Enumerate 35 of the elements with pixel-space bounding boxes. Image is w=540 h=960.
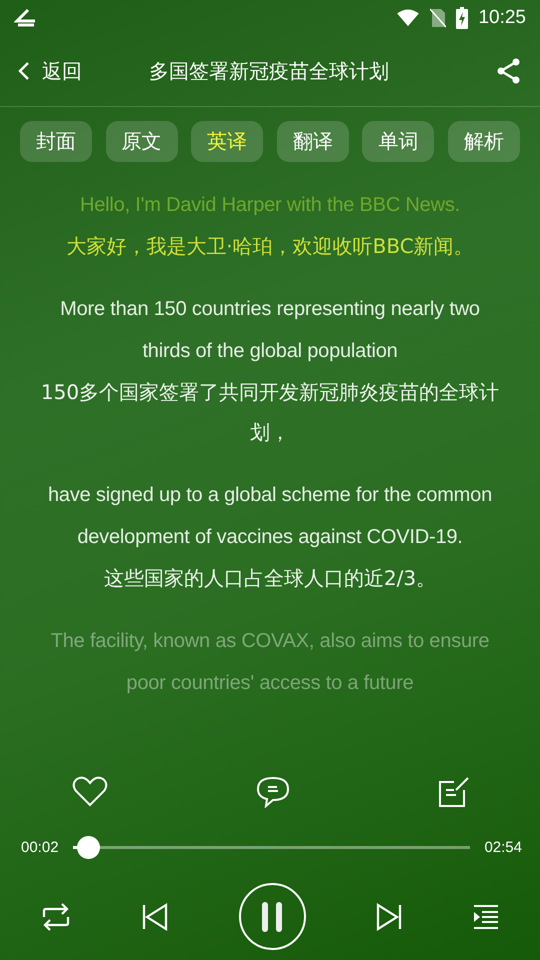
repeat-icon[interactable] bbox=[40, 902, 72, 930]
battery-icon bbox=[456, 7, 468, 29]
chinese-translation: 150多个国家签署了共同开发新冠肺炎疫苗的全球计划， bbox=[40, 379, 500, 446]
total-time: 02:54 bbox=[484, 839, 522, 856]
pause-button[interactable] bbox=[238, 883, 306, 950]
tab[interactable]: 解析 bbox=[448, 121, 520, 162]
comment-icon[interactable] bbox=[256, 776, 290, 808]
back-button[interactable]: 返回 bbox=[18, 58, 82, 84]
next-icon[interactable] bbox=[376, 902, 402, 930]
english-sentence: The facility, known as COVAX, also aims to ensure poor countries' access to a future bbox=[50, 629, 490, 696]
elapsed-time: 00:02 bbox=[21, 839, 59, 856]
heart-icon[interactable] bbox=[72, 776, 108, 808]
slider-thumb[interactable] bbox=[76, 836, 100, 859]
english-sentence: have signed up to a global scheme for the common development of vaccines against COVID-19. bbox=[46, 483, 493, 550]
wifi-icon bbox=[396, 9, 420, 27]
tab[interactable]: 原文 bbox=[106, 121, 178, 162]
english-sentence: More than 150 countries representing nearly two thirds of the global population bbox=[59, 297, 481, 364]
page-title: 多国签署新冠疫苗全球计划 bbox=[148, 58, 390, 84]
back-chevron-icon bbox=[18, 61, 30, 81]
tab[interactable]: 单词 bbox=[362, 121, 434, 162]
playlist-icon[interactable] bbox=[472, 904, 500, 930]
status-time: 10:25 bbox=[478, 7, 526, 29]
pause-icon bbox=[260, 902, 284, 932]
chinese-translation: 大家好，我是大卫·哈珀，欢迎收听BBC新闻。 bbox=[65, 233, 475, 260]
note-edit-icon[interactable] bbox=[438, 776, 470, 808]
tab[interactable]: 翻译 bbox=[276, 121, 349, 162]
previous-icon[interactable] bbox=[142, 902, 168, 930]
share-icon[interactable] bbox=[496, 58, 522, 84]
no-sim-icon bbox=[430, 8, 446, 28]
english-sentence: Hello, I'm David Harper with the BBC News. bbox=[79, 193, 461, 218]
tab[interactable]: 英译 bbox=[191, 121, 264, 162]
chinese-translation: 这些国家的人口占全球人口的近2/3。 bbox=[102, 565, 438, 592]
progress-slider[interactable] bbox=[72, 836, 470, 859]
notification-icon bbox=[14, 8, 38, 28]
tab[interactable]: 封面 bbox=[20, 121, 92, 162]
